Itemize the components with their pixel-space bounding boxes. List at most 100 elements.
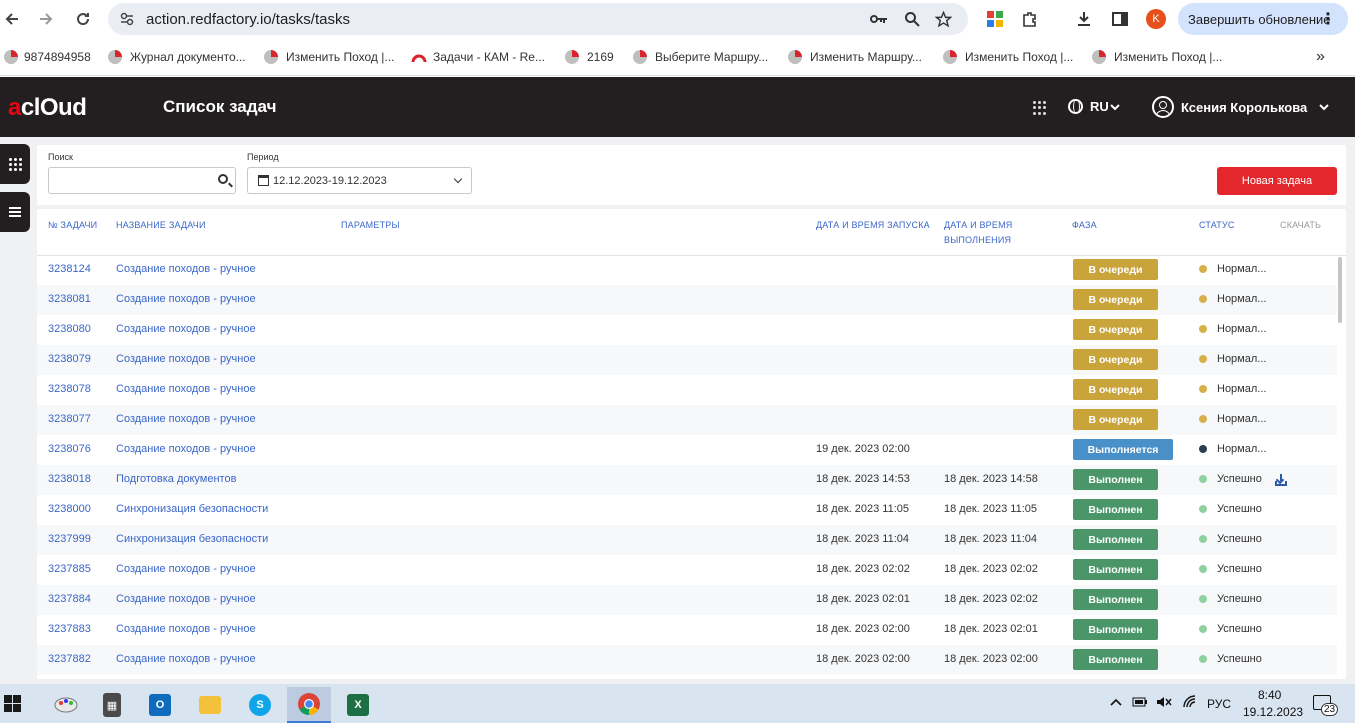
table-row[interactable]: 3237999 Синхронизация безопасности 18 дек.… (37, 525, 1337, 555)
header-params[interactable]: ПАРАМЕТРЫ (341, 218, 400, 233)
extensions-puzzle-icon[interactable] (1020, 9, 1040, 29)
address-bar[interactable]: action.redfactory.io/tasks/tasks (108, 3, 968, 35)
task-id-link[interactable]: 3238081 (48, 293, 91, 305)
profile-avatar[interactable]: K (1146, 9, 1166, 29)
task-id-link[interactable]: 3238124 (48, 263, 91, 275)
calculator-icon[interactable]: ▦ (90, 687, 134, 723)
table-row[interactable]: 3238018 Подготовка документов 18 дек. 2023… (37, 465, 1337, 495)
table-row[interactable]: 3237884 Создание походов - ручное 18 дек. … (37, 585, 1337, 615)
task-name-link[interactable]: Создание походов - ручное (116, 443, 256, 455)
bookmark-item[interactable]: 2169 (565, 48, 614, 66)
header-name[interactable]: НАЗВАНИЕ ЗАДАЧИ (116, 218, 206, 233)
skype-icon[interactable]: S (238, 687, 282, 723)
task-name-link[interactable]: Создание походов - ручное (116, 563, 256, 575)
forward-icon[interactable] (36, 9, 56, 29)
table-row[interactable]: 3238124 Создание походов - ручное В очеред… (37, 255, 1337, 285)
task-name-link[interactable]: Создание походов - ручное (116, 293, 256, 305)
bookmark-item[interactable]: Выберите Маршру... (633, 48, 768, 66)
task-id-link[interactable]: 3238076 (48, 443, 91, 455)
header-start[interactable]: ДАТА И ВРЕМЯ ЗАПУСКА (816, 218, 930, 233)
task-name-link[interactable]: Подготовка документов (116, 473, 236, 485)
bookmark-item[interactable]: Изменить Поход |... (1092, 48, 1222, 66)
search-icon[interactable] (218, 174, 228, 184)
extension-colorful-icon[interactable] (985, 9, 1005, 29)
clock-date[interactable]: 19.12.2023 (1243, 705, 1303, 719)
table-row[interactable]: 3238077 Создание походов - ручное В очеред… (37, 405, 1337, 435)
bookmarks-more-button[interactable]: » (1316, 48, 1325, 66)
bookmark-star-icon[interactable] (934, 10, 952, 28)
header-done[interactable]: ДАТА И ВРЕМЯ ВЫПОЛНЕНИЯ (944, 218, 1012, 248)
table-row[interactable]: 3238081 Создание походов - ручное В очеред… (37, 285, 1337, 315)
period-select[interactable]: 12.12.2023-19.12.2023 (247, 167, 472, 194)
task-id-link[interactable]: 3238080 (48, 323, 91, 335)
acloud-logo[interactable]: aclOud (8, 94, 87, 121)
menu-dots-icon[interactable]: ⋮ (1320, 9, 1336, 29)
task-id-link[interactable]: 3237883 (48, 623, 91, 635)
new-task-button[interactable]: Новая задача (1217, 167, 1337, 195)
user-menu[interactable]: Ксения Королькова (1152, 96, 1329, 118)
wifi-icon[interactable] (1182, 695, 1198, 709)
update-button[interactable]: Завершить обновление ⋮ (1178, 3, 1348, 35)
excel-icon[interactable]: X (336, 687, 380, 723)
apps-menu-button[interactable] (0, 144, 30, 184)
zoom-icon[interactable] (903, 10, 921, 28)
task-id-link[interactable]: 3237999 (48, 533, 91, 545)
side-panel-icon[interactable] (1110, 9, 1130, 29)
download-icon[interactable] (1275, 474, 1287, 486)
url-text[interactable]: action.redfactory.io/tasks/tasks (146, 11, 350, 28)
task-name-link[interactable]: Создание походов - ручное (116, 353, 256, 365)
task-id-link[interactable]: 3238077 (48, 413, 91, 425)
file-explorer-icon[interactable] (188, 687, 232, 723)
table-row[interactable]: 3238079 Создание походов - ручное В очеред… (37, 345, 1337, 375)
table-scrollbar[interactable] (1338, 257, 1342, 323)
task-name-link[interactable]: Создание походов - ручное (116, 323, 256, 335)
task-name-link[interactable]: Создание походов - ручное (116, 623, 256, 635)
sidebar-toggle-button[interactable] (0, 192, 30, 232)
keyboard-language[interactable]: РУС (1207, 697, 1231, 711)
task-name-link[interactable]: Создание походов - ручное (116, 263, 256, 275)
task-id-link[interactable]: 3238018 (48, 473, 91, 485)
bookmark-item[interactable]: Задачи - КАМ - Re... (411, 48, 545, 66)
reload-icon[interactable] (73, 9, 93, 29)
bookmark-item[interactable]: Изменить Поход |... (943, 48, 1073, 66)
clock-time[interactable]: 8:40 (1258, 688, 1281, 702)
chevron-up-icon[interactable] (1110, 697, 1122, 707)
task-id-link[interactable]: 3238078 (48, 383, 91, 395)
bookmark-item[interactable]: Журнал документо... (108, 48, 246, 66)
task-name-link[interactable]: Синхронизация безопасности (116, 533, 268, 545)
task-name-link[interactable]: Создание походов - ручное (116, 653, 256, 665)
task-name-link[interactable]: Создание походов - ручное (116, 413, 256, 425)
table-row[interactable]: 3238000 Синхронизация безопасности 18 дек.… (37, 495, 1337, 525)
bookmark-item[interactable]: Изменить Маршру... (788, 48, 922, 66)
chrome-icon[interactable] (287, 687, 331, 723)
table-row[interactable]: 3238080 Создание походов - ручное В очеред… (37, 315, 1337, 345)
table-row[interactable]: 3238078 Создание походов - ручное В очеред… (37, 375, 1337, 405)
windows-start-icon[interactable] (4, 695, 21, 712)
outlook-icon[interactable]: O (138, 687, 182, 723)
language-selector[interactable]: RU (1068, 99, 1120, 114)
task-id-link[interactable]: 3238079 (48, 353, 91, 365)
bookmark-item[interactable]: Изменить Поход |... (264, 48, 394, 66)
table-row[interactable]: 3238076 Создание походов - ручное 19 дек. … (37, 435, 1337, 465)
table-row[interactable]: 3237883 Создание походов - ручное 18 дек. … (37, 615, 1337, 645)
table-row[interactable]: 3237885 Создание походов - ручное 18 дек. … (37, 555, 1337, 585)
search-input[interactable] (48, 167, 236, 194)
task-id-link[interactable]: 3237885 (48, 563, 91, 575)
header-phase[interactable]: ФАЗА (1072, 218, 1097, 233)
volume-muted-icon[interactable] (1156, 695, 1172, 709)
table-row[interactable]: 3237882 Создание походов - ручное 18 дек. … (37, 645, 1337, 675)
task-id-link[interactable]: 3238000 (48, 503, 91, 515)
bookmark-item[interactable]: 9874894958 (4, 48, 91, 66)
task-name-link[interactable]: Синхронизация безопасности (116, 503, 268, 515)
task-name-link[interactable]: Создание походов - ручное (116, 593, 256, 605)
apps-grid-icon[interactable] (1033, 101, 1047, 115)
task-id-link[interactable]: 3237884 (48, 593, 91, 605)
task-id-link[interactable]: 3237882 (48, 653, 91, 665)
header-status[interactable]: СТАТУС (1199, 218, 1235, 233)
site-info-icon[interactable] (118, 10, 136, 28)
battery-icon[interactable] (1132, 696, 1148, 708)
header-id[interactable]: № ЗАДАЧИ (48, 218, 97, 233)
task-name-link[interactable]: Создание походов - ручное (116, 383, 256, 395)
back-icon[interactable] (2, 9, 22, 29)
key-icon[interactable] (870, 10, 888, 28)
